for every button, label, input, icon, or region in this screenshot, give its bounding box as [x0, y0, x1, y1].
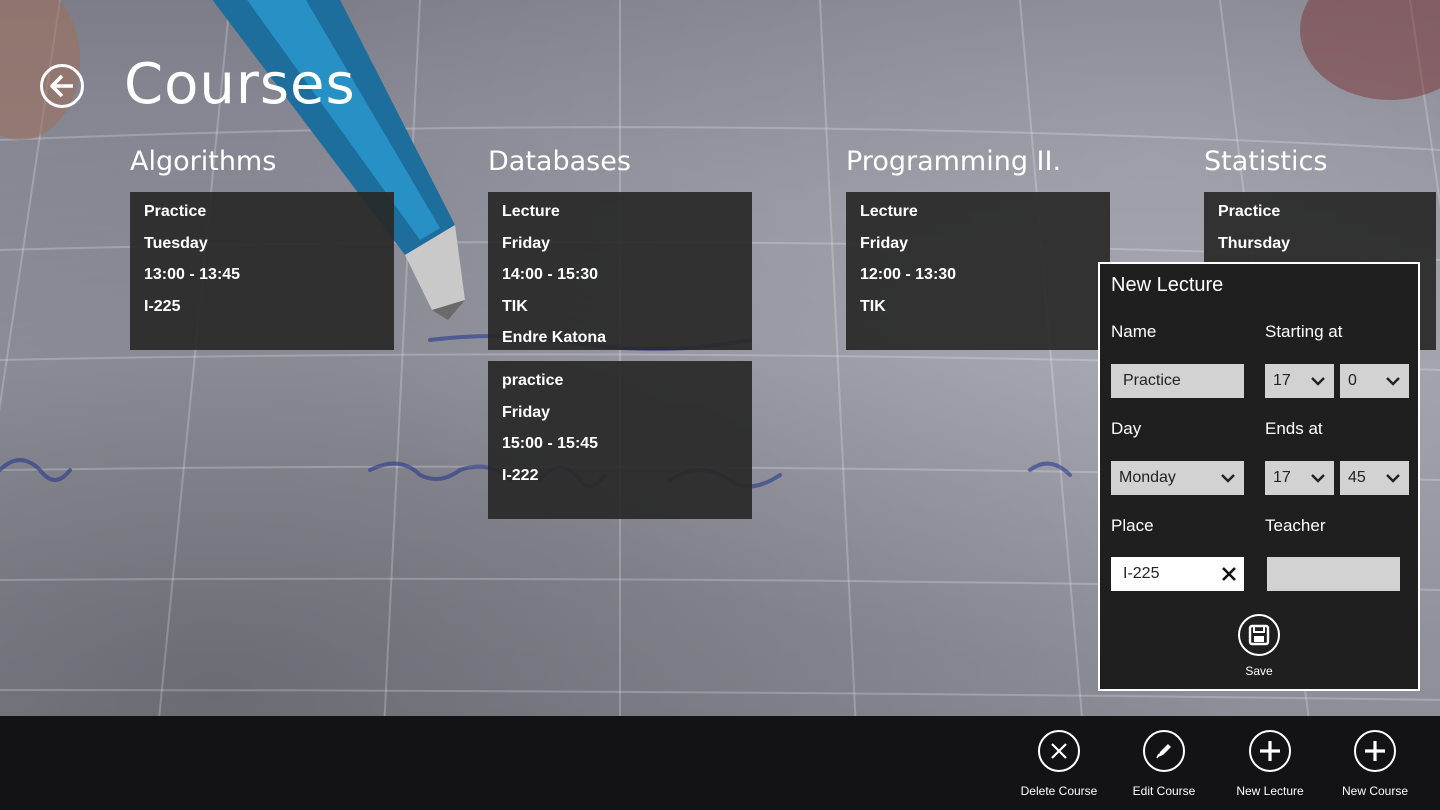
lecture-tile[interactable]: Lecture Friday 14:00 - 15:30 TIK Endre K… [488, 192, 752, 350]
place-input[interactable]: I-225 [1111, 557, 1244, 591]
flyout-title: New Lecture [1111, 274, 1224, 296]
lecture-place: I-225 [144, 297, 181, 315]
start-hour-value: 17 [1273, 372, 1291, 389]
starting-at-label: Starting at [1265, 322, 1343, 341]
delete-course-label: Delete Course [1020, 784, 1098, 798]
lecture-teacher: Endre Katona [502, 329, 607, 346]
delete-course-circle [1038, 730, 1080, 772]
edit-course-label: Edit Course [1132, 784, 1196, 798]
page-title: Courses [124, 52, 356, 117]
lecture-day: Friday [502, 234, 551, 252]
delete-course-button[interactable]: Delete Course [1009, 730, 1109, 798]
new-course-button[interactable]: New Course [1325, 730, 1425, 798]
edit-course-button[interactable]: Edit Course [1114, 730, 1214, 798]
ends-at-label: Ends at [1265, 419, 1323, 438]
day-label: Day [1111, 419, 1142, 438]
lecture-time: 15:00 - 15:45 [502, 435, 599, 452]
lecture-day: Thursday [1218, 234, 1291, 252]
lecture-time: 12:00 - 13:30 [860, 266, 957, 283]
start-minute-select[interactable]: 0 [1340, 364, 1409, 398]
lecture-name: Practice [1218, 203, 1281, 220]
course-title[interactable]: Databases [488, 144, 752, 192]
app-bar: Delete Course Edit Course New Lecture Ne… [0, 716, 1440, 810]
lecture-name: Lecture [502, 203, 560, 220]
chevron-down-icon [1221, 474, 1235, 483]
lecture-day: Friday [860, 234, 909, 252]
new-lecture-flyout: New Lecture Name Starting at Practice 17… [1098, 262, 1420, 691]
name-label: Name [1111, 322, 1157, 341]
start-minute-value: 0 [1348, 372, 1357, 389]
chevron-down-icon [1311, 377, 1325, 386]
course-group-programming: Programming II. Lecture Friday 12:00 - 1… [846, 144, 1110, 361]
place-label: Place [1111, 516, 1154, 535]
teacher-label: Teacher [1265, 516, 1326, 535]
teacher-input[interactable] [1267, 557, 1400, 591]
lecture-day: Tuesday [144, 234, 208, 252]
lecture-place: I-222 [502, 466, 539, 484]
back-button[interactable] [40, 64, 84, 108]
lecture-place: TIK [502, 297, 528, 315]
save-button[interactable]: Save [1236, 614, 1282, 678]
add-icon [1365, 741, 1385, 761]
lecture-name: Lecture [860, 203, 918, 220]
name-input[interactable]: Practice [1111, 364, 1244, 398]
delete-icon [1051, 743, 1067, 759]
course-title[interactable]: Algorithms [130, 144, 394, 192]
lecture-day: Friday [502, 403, 551, 421]
save-label: Save [1245, 664, 1273, 678]
lecture-time: 13:00 - 13:45 [144, 266, 241, 283]
chevron-down-icon [1311, 474, 1325, 483]
new-lecture-circle [1249, 730, 1291, 772]
end-minute-select[interactable]: 45 [1340, 461, 1409, 495]
save-button-circle [1238, 614, 1280, 656]
lecture-name: practice [502, 372, 564, 389]
end-hour-value: 17 [1273, 469, 1291, 486]
day-value: Monday [1119, 469, 1176, 486]
lecture-tile[interactable]: Lecture Friday 12:00 - 13:30 TIK [846, 192, 1110, 350]
place-value: I-225 [1123, 565, 1160, 582]
course-title[interactable]: Programming II. [846, 144, 1110, 192]
clear-icon[interactable] [1220, 565, 1238, 583]
end-hour-select[interactable]: 17 [1265, 461, 1334, 495]
lecture-name: Practice [144, 203, 207, 220]
save-icon [1248, 624, 1270, 646]
chevron-down-icon [1386, 474, 1400, 483]
day-select[interactable]: Monday [1111, 461, 1244, 495]
chevron-down-icon [1386, 377, 1400, 386]
new-lecture-button[interactable]: New Lecture [1220, 730, 1320, 798]
new-course-circle [1354, 730, 1396, 772]
lecture-tile[interactable]: Practice Tuesday 13:00 - 13:45 I-225 [130, 192, 394, 350]
course-title[interactable]: Statistics [1204, 144, 1436, 192]
course-group-algorithms: Algorithms Practice Tuesday 13:00 - 13:4… [130, 144, 394, 361]
lecture-time: 14:00 - 15:30 [502, 266, 599, 283]
course-group-databases: Databases Lecture Friday 14:00 - 15:30 T… [488, 144, 752, 530]
start-hour-select[interactable]: 17 [1265, 364, 1334, 398]
lecture-tile[interactable]: practice Friday 15:00 - 15:45 I-222 [488, 361, 752, 519]
edit-icon [1156, 744, 1171, 759]
end-minute-value: 45 [1348, 469, 1366, 486]
lecture-place: TIK [860, 297, 886, 315]
edit-course-circle [1143, 730, 1185, 772]
add-icon [1260, 741, 1280, 761]
back-arrow-icon [50, 74, 73, 98]
new-course-label: New Course [1341, 784, 1409, 798]
new-lecture-label: New Lecture [1236, 784, 1304, 798]
